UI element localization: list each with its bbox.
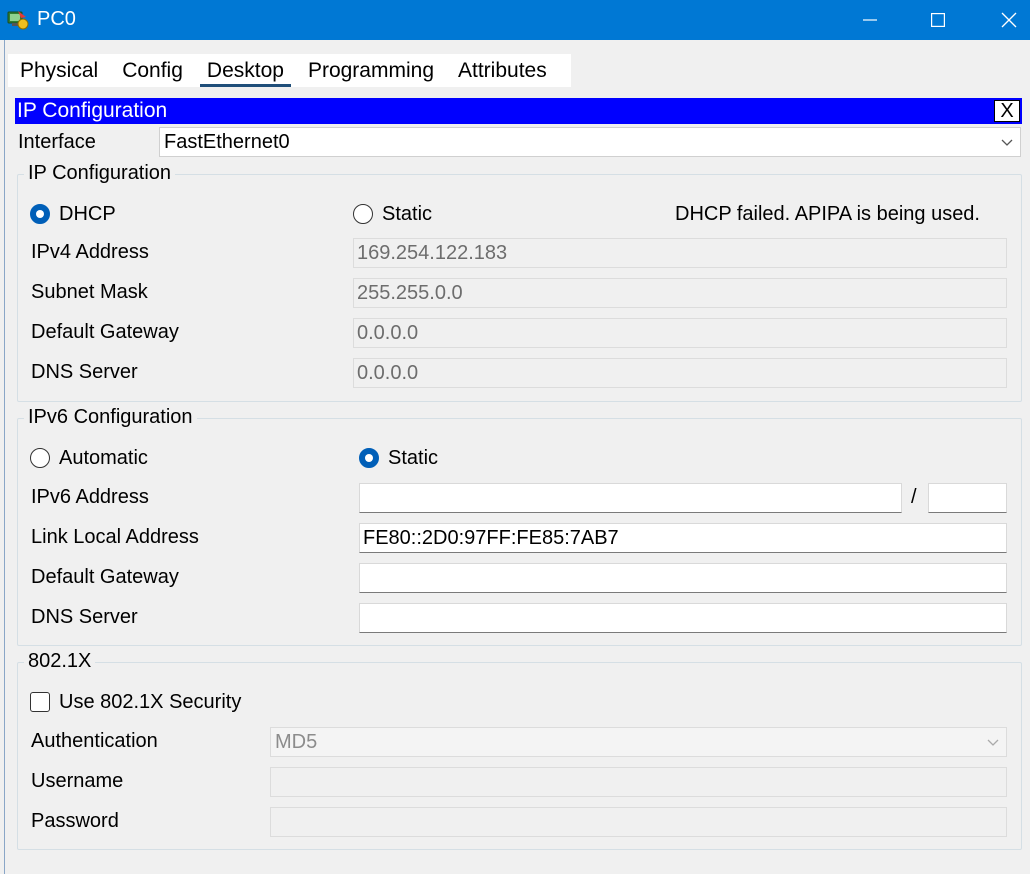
ipv6-address-field[interactable] [359,483,902,513]
ipv4-static-radio[interactable] [353,204,373,224]
dhcp-label: DHCP [59,203,116,225]
title-bar: PC0 [0,0,1030,40]
ipv6-dns-label: DNS Server [31,606,138,628]
interface-value: FastEthernet0 [164,130,290,153]
ipv4-dns-label: DNS Server [31,361,138,383]
password-field[interactable] [270,807,1007,837]
close-window-button[interactable] [986,0,1030,40]
tab-programming[interactable]: Programming [296,54,446,87]
ipv4-address-label: IPv4 Address [31,241,149,263]
ipv6-address-label: IPv6 Address [31,486,149,508]
username-field[interactable] [270,767,1007,797]
link-local-field[interactable]: FE80::2D0:97FF:FE85:7AB7 [359,523,1007,553]
ipv6-automatic-label: Automatic [59,447,148,469]
ipv4-group-title: IP Configuration [24,162,176,185]
link-local-label: Link Local Address [31,526,199,548]
dhcp-radio[interactable] [30,204,50,224]
interface-select[interactable]: FastEthernet0 [159,127,1021,157]
tab-config[interactable]: Config [110,54,195,87]
ipv6-automatic-radio[interactable] [30,448,50,468]
tab-desktop[interactable]: Desktop [195,54,296,87]
use-8021x-checkbox[interactable] [30,692,50,712]
ipv6-gateway-field[interactable] [359,563,1007,593]
authentication-value: MD5 [275,730,318,753]
ipv6-static-radio[interactable] [359,448,379,468]
ipv6-group-title: IPv6 Configuration [24,406,197,429]
dialog-close-button[interactable]: X [994,100,1020,122]
maximize-icon [931,13,945,27]
ipv4-address-field[interactable]: 169.254.122.183 [353,238,1007,268]
close-icon [1001,12,1017,28]
ipv6-prefix-field[interactable] [928,483,1007,513]
ip-configuration-header: IP Configuration X [15,98,1022,124]
dhcp-status-text: DHCP failed. APIPA is being used. [675,203,980,225]
dot1x-group-title: 802.1X [24,650,96,673]
interface-label: Interface [18,131,96,153]
packet-tracer-app-icon [6,8,30,32]
tab-physical[interactable]: Physical [8,54,110,87]
ipv4-gateway-label: Default Gateway [31,321,179,343]
use-8021x-label: Use 802.1X Security [59,691,242,713]
ipv4-dns-value: 0.0.0.0 [357,361,419,384]
subnet-mask-field[interactable]: 255.255.0.0 [353,278,1007,308]
authentication-label: Authentication [31,730,158,752]
tab-bar: Physical Config Desktop Programming Attr… [8,54,571,87]
ipv4-static-label: Static [382,203,433,225]
link-local-value: FE80::2D0:97FF:FE85:7AB7 [363,526,619,549]
ipv4-address-value: 169.254.122.183 [357,241,508,264]
subnet-mask-label: Subnet Mask [31,281,148,303]
authentication-select[interactable]: MD5 [270,727,1007,757]
chevron-down-icon [1001,139,1013,146]
prefix-separator: / [911,486,917,508]
minimize-button[interactable] [847,0,893,40]
window-title: PC0 [37,8,76,30]
dialog-title: IP Configuration [17,99,168,122]
ipv6-static-label: Static [388,447,439,469]
maximize-button[interactable] [915,0,961,40]
minimize-icon [863,19,877,21]
ipv4-gateway-field[interactable]: 0.0.0.0 [353,318,1007,348]
ipv4-dns-field[interactable]: 0.0.0.0 [353,358,1007,388]
username-label: Username [31,770,124,792]
tab-attributes[interactable]: Attributes [446,54,559,87]
chevron-down-icon [987,739,999,746]
subnet-mask-value: 255.255.0.0 [357,281,463,304]
ipv6-gateway-label: Default Gateway [31,566,179,588]
ipv4-gateway-value: 0.0.0.0 [357,321,419,344]
password-label: Password [31,810,119,832]
ipv6-dns-field[interactable] [359,603,1007,633]
